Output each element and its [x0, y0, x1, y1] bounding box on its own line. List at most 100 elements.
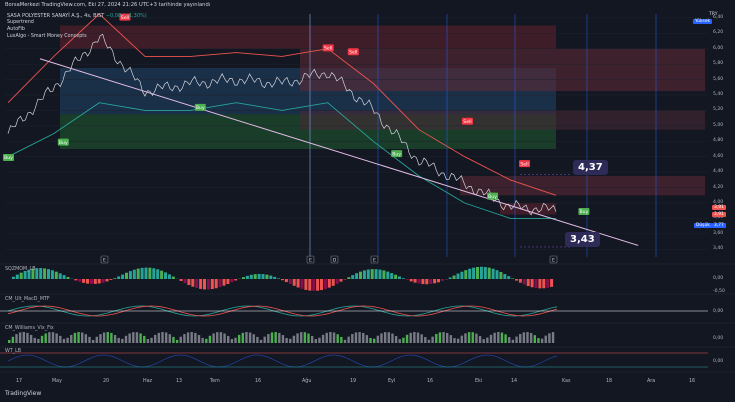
sqzmom-bar: [351, 275, 355, 279]
sqzmom-bar: [312, 279, 316, 291]
vix-bar: [314, 339, 317, 343]
price-tick: 5,20: [713, 107, 724, 113]
indicator-smc[interactable]: LuxAlgo - Smart Money Concepts: [7, 34, 87, 39]
sqzmom-bar: [117, 276, 121, 279]
time-tick: Kas: [562, 379, 571, 384]
sqzmom-bar: [226, 279, 230, 285]
vix-bar: [135, 332, 139, 343]
vix-bar: [51, 332, 55, 343]
sqzmom-bar: [320, 279, 323, 291]
sqzmom-bar: [218, 279, 222, 288]
vix-bar: [259, 339, 263, 343]
sqzmom-bar: [230, 279, 234, 283]
sqzmom-bar: [203, 279, 206, 290]
sqzmom-bar: [47, 269, 50, 279]
sqzmom-bar: [503, 274, 507, 279]
time-tick: 19: [350, 379, 357, 384]
resistance-block-upper: [300, 48, 705, 92]
price-tick: 5,00: [713, 122, 724, 128]
buy-signal-label: Buy: [196, 105, 205, 111]
target-annotation-upper[interactable]: 4,37: [573, 160, 608, 175]
vix-bar: [376, 335, 380, 343]
sqzmom-bar: [534, 279, 538, 289]
sqz-tick-1: -0,50: [713, 289, 725, 294]
price-tick: 6,00: [713, 45, 724, 51]
vix-bar: [446, 332, 449, 343]
vix-bar: [223, 333, 226, 343]
vix-bar: [373, 338, 376, 343]
price-tick: 6,40: [713, 14, 724, 20]
vix-bar: [387, 332, 390, 343]
vix-bar: [296, 333, 299, 343]
sqzmom-bar: [39, 268, 43, 279]
indicator-supertrend[interactable]: Supertrend: [7, 20, 34, 25]
vix-bar: [208, 335, 212, 343]
pane-title-vix[interactable]: CM_Williams_Vix_Fix: [5, 326, 54, 331]
vix-bar: [70, 334, 73, 343]
pane-title-wt[interactable]: WT_LB: [5, 349, 21, 354]
vix-bar: [456, 338, 460, 343]
sqzmom-bar: [136, 268, 140, 279]
vix-bar: [544, 335, 547, 343]
vix-bar: [37, 338, 40, 343]
vix-bar: [504, 334, 507, 343]
sqzmom-bar: [374, 269, 378, 279]
vix-bar: [548, 333, 551, 343]
vix-bar: [442, 332, 445, 343]
sqzmom-bar: [125, 272, 128, 279]
high-tag: Yüksek: [693, 19, 713, 24]
vix-bar: [139, 333, 142, 343]
sqzmom-bar: [323, 279, 327, 290]
vix-bar: [81, 332, 84, 343]
vix-bar: [475, 333, 478, 343]
sqzmom-bar: [327, 279, 331, 288]
tradingview-chart-app: Buy Buy Buy Buy Buy Buy Sell Sell Sell Sell Sell E E…: [0, 0, 735, 402]
sqzmom-bar: [109, 279, 113, 280]
vix-bar: [216, 332, 219, 343]
sqzmom-bar: [82, 279, 86, 283]
pane-title-macd[interactable]: CM_Ult_MacD_MTF: [5, 297, 50, 302]
vix-bar: [84, 334, 88, 343]
vix-bar: [537, 338, 540, 343]
sqzmom-bar: [308, 279, 312, 291]
vix-bar: [453, 338, 456, 343]
vix-bar: [110, 332, 113, 343]
sqzmom-bar: [121, 274, 125, 279]
vix-bar: [33, 337, 36, 343]
vix-bar: [449, 335, 453, 343]
sqzmom-bar: [382, 270, 386, 279]
resistance-block-lower: [460, 176, 705, 196]
buy-signal-label: Buy: [392, 151, 401, 157]
vix-bar: [438, 332, 442, 343]
vix-bar: [201, 337, 204, 343]
symbol-legend[interactable]: SASA POLYESTER SANAYİ A.Ş., 4s, BIST −0,…: [7, 13, 147, 19]
sqzmom-bar: [152, 268, 156, 279]
sqzmom-bar: [401, 278, 405, 279]
vix-bar: [48, 332, 51, 343]
vix-bar: [310, 335, 314, 343]
wt-tick-0: 0,00: [713, 359, 724, 364]
vix-bar: [241, 332, 244, 343]
sqzmom-bar: [530, 279, 534, 288]
sqzmom-bar: [433, 279, 437, 284]
time-tick: Eki: [475, 379, 483, 384]
vix-bar: [325, 332, 328, 343]
vix-bar: [289, 338, 292, 343]
sqzmom-bar: [171, 276, 175, 279]
vix-bar: [263, 336, 266, 343]
pane-title-sqzmom[interactable]: SQZMOM_LB: [5, 267, 36, 272]
sqzmom-bar: [242, 277, 245, 279]
price-tick: 5,60: [713, 76, 724, 82]
sqzmom-bar: [214, 279, 218, 289]
vix-bar: [99, 334, 102, 343]
buy-signal-label: Buy: [4, 155, 13, 161]
sqzmom-bar: [156, 269, 160, 279]
vix-bar: [164, 332, 168, 343]
vix-bar: [62, 338, 66, 343]
tradingview-logo[interactable]: TradingView: [5, 390, 41, 397]
indicator-autofib[interactable]: AutoFib: [7, 27, 25, 32]
vix-bar: [95, 336, 98, 343]
sqzmom-bar: [179, 279, 183, 282]
target-annotation-lower[interactable]: 3,43: [565, 232, 600, 247]
vix-bar: [409, 332, 412, 343]
